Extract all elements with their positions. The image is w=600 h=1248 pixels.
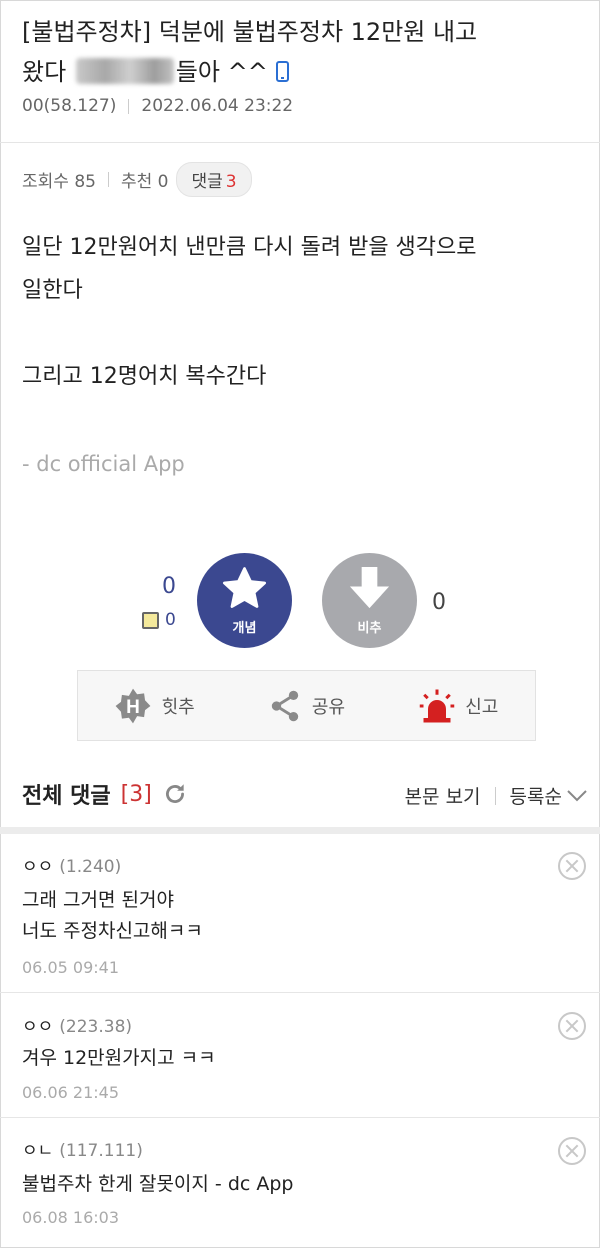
fixed-nick-icon [142,611,159,629]
blurred-word [75,58,174,84]
delete-comment-icon[interactable] [558,1012,586,1040]
views-count: 조회수 85 [22,172,96,192]
comment-text: 불법주차 한게 잘못이지 - dc App [22,1169,293,1200]
action-bar: H 힛추 공유 신고 [77,670,536,741]
hit-icon: H [115,688,151,723]
comment-pill-label: 댓글 [191,172,223,192]
comment-item: ㅇㅇ (223.38) 겨우 12만원가지고 ㅋㅋ 06.06 21:45 [0,993,600,1118]
refresh-icon[interactable] [162,781,188,807]
post-title: [불법주정차] 덕분에 불법주정차 12만원 내고 왔다 들아 ^^ [22,12,582,92]
comment-line: 겨우 12만원가지고 ㅋㅋ [22,1047,216,1069]
comment-line: 너도 주정차신고해ㅋㅋ [22,920,203,942]
comment-text: 그래 그거면 된거야 너도 주정차신고해ㅋㅋ [22,885,203,947]
share-button[interactable]: 공유 [230,671,382,740]
hit-button[interactable]: H 힛추 [78,671,230,740]
comments-controls: 본문 보기 등록순 [405,782,588,809]
view-post-button[interactable]: 본문 보기 [405,782,481,809]
downvote-label: 비추 [357,621,382,636]
post-author[interactable]: 00(58.127) [22,96,116,116]
upvote-label: 개념 [232,621,257,636]
comment-text: 겨우 12만원가지고 ㅋㅋ [22,1043,216,1074]
share-icon [271,690,299,721]
chevron-down-icon[interactable] [566,789,588,803]
section-divider [0,827,600,834]
comment-count-button[interactable]: 댓글 3 [176,162,252,197]
recommend-count: 추천 0 [120,172,169,192]
downvote-count: 0 [432,590,446,615]
report-button[interactable]: 신고 [383,671,535,740]
delete-comment-icon[interactable] [558,852,586,880]
body-line: 일한다 [22,278,83,303]
siren-icon [420,689,455,722]
divider [494,786,496,805]
title-line-1: [불법주정차] 덕분에 불법주정차 12만원 내고 [22,18,478,46]
comment-pill-count: 3 [225,172,237,192]
share-label: 공유 [311,696,346,718]
app-signature: - dc official App [22,452,185,476]
comment-author: ㅇㅇ (223.38) [22,1012,132,1037]
post-stats: 조회수 85 추천 0 댓글 3 [22,162,252,197]
comment-author: ㅇㄴ (117.111) [22,1136,143,1161]
post-datetime: 2022.06.04 23:22 [141,96,294,116]
comments-count: [3] [120,781,152,807]
post-body: 일단 12만원어치 낸만큼 다시 돌려 받을 생각으로 일한다 그리고 12명어… [22,226,582,398]
divider-line [0,142,600,143]
comment-author: ㅇㅇ (1.240) [22,852,121,877]
comment-date: 06.08 16:03 [22,1208,119,1227]
comment-line: 불법주차 한게 잘못이지 - dc App [22,1173,294,1195]
comment-date: 06.05 09:41 [22,958,119,977]
post-meta: 00(58.127) 2022.06.04 23:22 [22,96,293,116]
star-icon [222,567,267,608]
comment-nick[interactable]: ㅇㅇ [22,1017,53,1037]
comment-ip: (223.38) [59,1017,133,1037]
divider [128,98,130,114]
title-text-post: 들아 ^^ [175,58,268,86]
comments-header: 전체 댓글 [3] [22,778,188,810]
upvote-sub-count: 0 [165,610,176,630]
upvote-sub: 0 [142,610,176,630]
sort-dropdown[interactable]: 등록순 [510,782,562,809]
upvote-button[interactable]: 개념 [197,553,292,648]
hit-label: 힛추 [161,696,195,718]
svg-text:H: H [126,697,140,718]
downvote-button[interactable]: 비추 [322,553,417,648]
body-line: 일단 12만원어치 낸만큼 다시 돌려 받을 생각으로 [22,235,477,260]
title-line-2: 왔다 들아 ^^ [22,52,582,92]
comment-line: 그래 그거면 된거야 [22,889,174,911]
comment-nick[interactable]: ㅇㅇ [22,857,53,877]
comment-date: 06.06 21:45 [22,1083,119,1102]
arrow-down-icon [349,566,390,609]
report-label: 신고 [465,696,499,718]
comment-item: ㅇㅇ (1.240) 그래 그거면 된거야 너도 주정차신고해ㅋㅋ 06.05 0… [0,834,600,993]
comment-nick[interactable]: ㅇㄴ [22,1141,53,1161]
mobile-icon [275,61,289,82]
comment-ip: (117.111) [59,1141,143,1161]
comments-title: 전체 댓글 [22,784,111,809]
divider [107,172,109,187]
upvote-count: 0 [162,574,176,599]
body-line: 그리고 12명어치 복수간다 [22,364,267,389]
title-text-pre: 왔다 [22,58,74,86]
delete-comment-icon[interactable] [558,1137,586,1165]
comment-ip: (1.240) [59,857,122,877]
comment-item: ㅇㄴ (117.111) 불법주차 한게 잘못이지 - dc App 06.08 … [0,1118,600,1243]
